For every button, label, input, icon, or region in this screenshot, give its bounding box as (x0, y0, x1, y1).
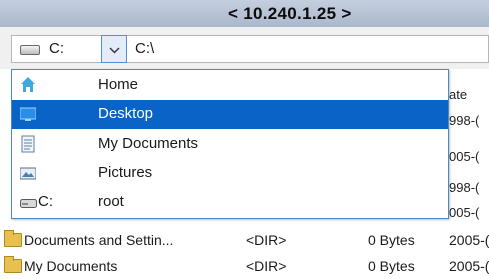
file-type: <DIR> (246, 232, 287, 248)
date-fragment: 998-( (449, 180, 480, 195)
drive-letter: C: (38, 193, 53, 210)
dropdown-item-label: Home (98, 76, 139, 93)
dropdown-item-label: Desktop (98, 105, 154, 122)
drive-icon (20, 193, 38, 211)
path-bar: C: C:\ (0, 27, 489, 69)
host-address: < 10.240.1.25 > (228, 4, 352, 23)
file-date: 2005-( (449, 232, 489, 248)
date-fragment: 998-( (449, 113, 480, 128)
dropdown-item-desktop[interactable]: Desktop (12, 100, 448, 129)
chevron-down-icon[interactable] (101, 35, 127, 63)
file-size: 0 Bytes (368, 232, 415, 248)
dropdown-item-pictures[interactable]: Pictures (12, 159, 448, 188)
file-size: 0 Bytes (368, 258, 415, 274)
table-row[interactable]: My Documents <DIR> 0 Bytes 2005-( (0, 255, 489, 279)
dropdown-item-label: root (98, 193, 124, 210)
folder-icon (4, 256, 22, 273)
date-column-header[interactable]: ate (449, 87, 467, 102)
dropdown-item-label: Pictures (98, 164, 153, 181)
file-name: My Documents (24, 258, 118, 274)
host-bar: < 10.240.1.25 > (0, 0, 489, 27)
path-value: C:\ (135, 40, 155, 57)
date-fragment: 005-( (449, 205, 480, 220)
date-fragment: 005-( (449, 149, 480, 164)
path-input[interactable]: C:\ (127, 35, 489, 63)
desktop-icon (19, 105, 37, 123)
file-date: 2005-( (449, 258, 489, 274)
drive-label: C: (49, 40, 64, 57)
folder-icon (4, 230, 22, 247)
file-type: <DIR> (246, 258, 287, 274)
dropdown-item-label: My Documents (98, 135, 199, 152)
documents-icon (20, 135, 36, 153)
drive-selector[interactable]: C: (11, 35, 101, 63)
dropdown-item-root[interactable]: C: root (12, 188, 448, 217)
home-icon (20, 76, 36, 94)
pictures-icon (19, 164, 37, 182)
table-row[interactable]: Documents and Settin... <DIR> 0 Bytes 20… (0, 229, 489, 253)
dropdown-item-my-documents[interactable]: My Documents (12, 130, 448, 159)
file-name: Documents and Settin... (24, 232, 174, 248)
drive-icon (20, 45, 40, 55)
location-dropdown: Home Desktop My Documents Pictures C: ro… (11, 69, 449, 219)
dropdown-item-home[interactable]: Home (12, 71, 448, 100)
